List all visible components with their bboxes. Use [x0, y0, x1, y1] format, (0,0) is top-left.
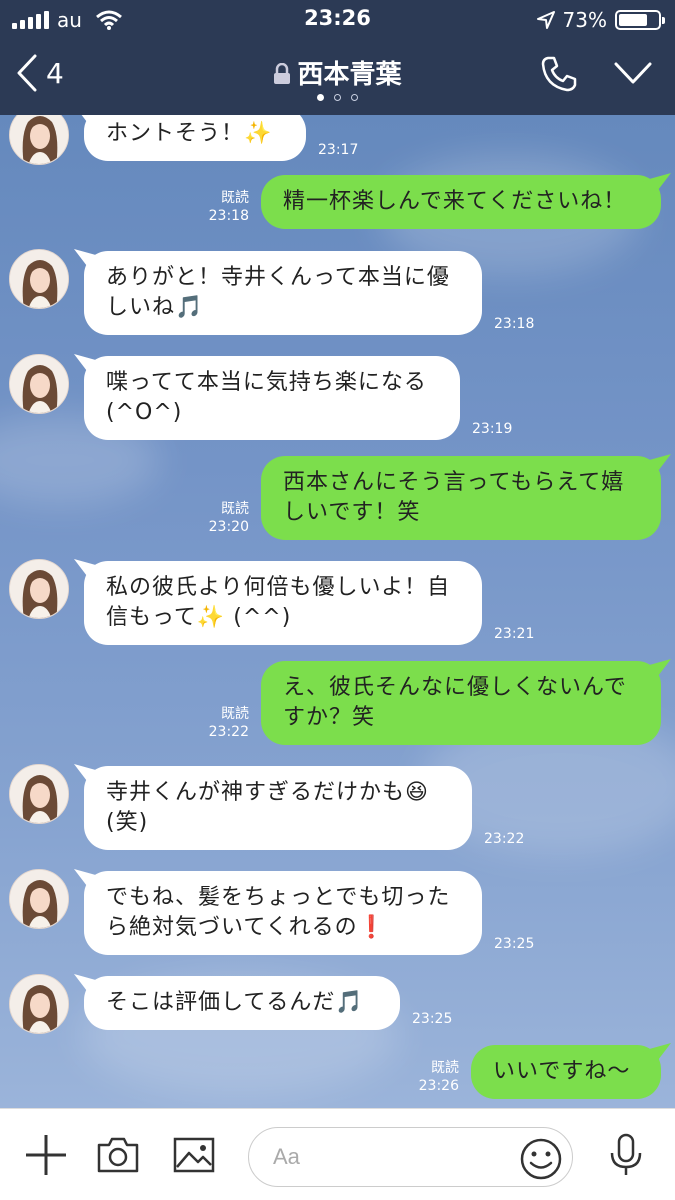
message-time: 23:22 — [208, 724, 249, 740]
message-bubble[interactable]: ありがと！寺井くんって本当に優 しいね🎵 — [84, 251, 482, 335]
message-bubble[interactable]: 私の彼氏より何倍も優しいよ！自 信もって✨ (^^) — [84, 561, 482, 645]
page-dot — [317, 94, 324, 101]
input-bar: Aa — [0, 1108, 675, 1200]
message-time: 23:25 — [494, 936, 535, 952]
message-time: 23:19 — [472, 421, 513, 437]
incoming-message: 寺井くんが神すぎるだけかも😆 (笑) 23:22 — [0, 764, 675, 850]
message-time: 23:18 — [208, 208, 249, 224]
message-meta: 23:22 — [484, 830, 524, 848]
phone-icon[interactable] — [539, 54, 579, 94]
message-meta: 既読 23:18 — [209, 189, 249, 225]
read-receipt: 既読 — [221, 190, 249, 206]
page-dot — [351, 94, 358, 101]
camera-icon[interactable] — [96, 1133, 140, 1177]
page-indicator — [0, 94, 675, 101]
message-time: 23:22 — [484, 831, 525, 847]
incoming-message: ありがと！寺井くんって本当に優 しいね🎵 23:18 — [0, 249, 675, 335]
location-arrow-icon — [536, 11, 555, 29]
message-time: 23:26 — [418, 1078, 459, 1094]
message-time: 23:18 — [494, 316, 535, 332]
read-receipt: 既読 — [221, 501, 249, 517]
avatar[interactable] — [9, 559, 69, 619]
incoming-message: ホントそう！✨ 23:17 — [0, 115, 675, 165]
message-bubble[interactable]: 喋ってて本当に気持ち楽になる (^O^) — [84, 356, 460, 440]
message-meta: 既読 23:22 — [209, 705, 249, 741]
message-meta: 23:25 — [494, 935, 534, 953]
smiley-icon[interactable] — [519, 1137, 563, 1181]
incoming-message: でもね、髪をちょっとでも切った ら絶対気づいてくれるの❗️ 23:25 — [0, 869, 675, 955]
incoming-message: そこは評価してるんだ🎵 23:25 — [0, 974, 675, 1034]
message-bubble[interactable]: でもね、髪をちょっとでも切った ら絶対気づいてくれるの❗️ — [84, 871, 482, 955]
outgoing-message: え、彼氏そんなに優しくないんで すか？笑 既読 23:22 — [0, 661, 675, 745]
nav-bar: 4 西本青葉 — [0, 40, 675, 115]
message-bubble[interactable]: いいですね〜 — [471, 1045, 661, 1099]
message-bubble[interactable]: 西本さんにそう言ってもらえて嬉 しいです！笑 — [261, 456, 661, 540]
read-receipt: 既読 — [221, 706, 249, 722]
avatar[interactable] — [9, 249, 69, 309]
chevron-down-icon[interactable] — [613, 60, 653, 86]
read-receipt: 既読 — [431, 1060, 459, 1076]
message-meta: 23:17 — [318, 141, 358, 159]
contact-name: 西本青葉 — [297, 60, 402, 90]
message-bubble[interactable]: 精一杯楽しんで来てくださいね！ — [261, 175, 661, 229]
message-time: 23:21 — [494, 626, 535, 642]
message-meta: 23:18 — [494, 315, 534, 333]
message-bubble[interactable]: え、彼氏そんなに優しくないんで すか？笑 — [261, 661, 661, 745]
message-meta: 23:19 — [472, 420, 512, 438]
lock-icon — [274, 63, 291, 84]
message-time: 23:20 — [208, 519, 249, 535]
message-bubble[interactable]: 寺井くんが神すぎるだけかも😆 (笑) — [84, 766, 472, 850]
battery-fill — [619, 14, 647, 26]
message-bubble[interactable]: ホントそう！✨ — [84, 115, 306, 161]
status-bar: au 23:26 73% — [0, 0, 675, 40]
outgoing-message: 精一杯楽しんで来てくださいね！ 既読 23:18 — [0, 175, 675, 229]
chat-header: au 23:26 73% 4 西本青葉 — [0, 0, 675, 115]
outgoing-message: 西本さんにそう言ってもらえて嬉 しいです！笑 既読 23:20 — [0, 456, 675, 540]
outgoing-message: いいですね〜 既読 23:26 — [0, 1045, 675, 1099]
page-dot — [334, 94, 341, 101]
message-bubble[interactable]: そこは評価してるんだ🎵 — [84, 976, 400, 1030]
message-time: 23:17 — [318, 142, 359, 158]
avatar[interactable] — [9, 354, 69, 414]
avatar[interactable] — [9, 869, 69, 929]
avatar[interactable] — [9, 764, 69, 824]
chat-area[interactable]: ホントそう！✨ 23:17 精一杯楽しんで来てくださいね！ 既読 23:18 ありがと！寺… — [0, 115, 675, 1108]
message-meta: 23:21 — [494, 625, 534, 643]
message-meta: 既読 23:20 — [209, 500, 249, 536]
message-time: 23:25 — [412, 1011, 453, 1027]
incoming-message: 私の彼氏より何倍も優しいよ！自 信もって✨ (^^) 23:21 — [0, 559, 675, 645]
avatar[interactable] — [9, 115, 69, 165]
message-meta: 23:25 — [412, 1010, 452, 1028]
microphone-icon[interactable] — [604, 1133, 648, 1177]
incoming-message: 喋ってて本当に気持ち楽になる (^O^) 23:19 — [0, 354, 675, 440]
plus-icon[interactable] — [24, 1133, 68, 1177]
message-meta: 既読 23:26 — [419, 1059, 459, 1095]
avatar[interactable] — [9, 974, 69, 1034]
battery-percent: 73% — [562, 8, 607, 32]
image-icon[interactable] — [172, 1133, 216, 1177]
battery-icon — [615, 10, 665, 30]
